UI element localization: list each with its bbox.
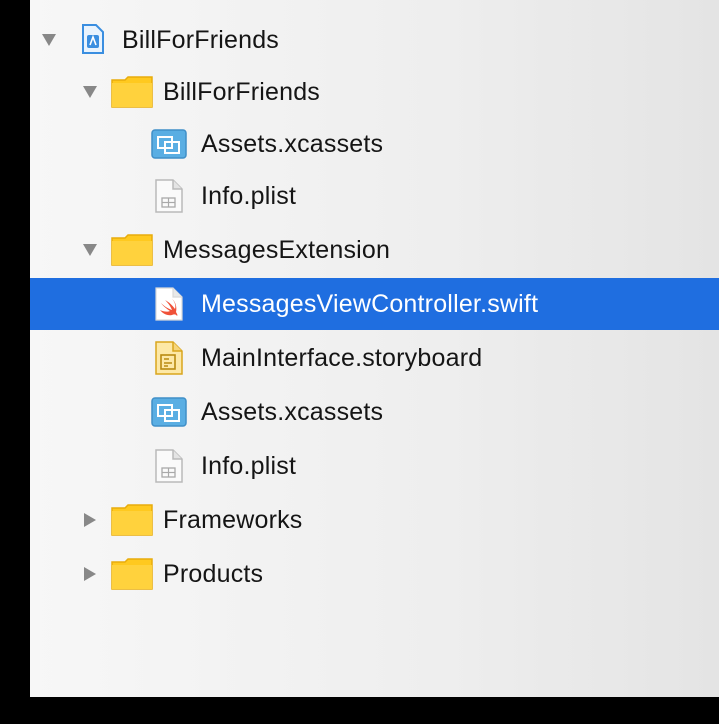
- tree-row-group-frameworks[interactable]: Frameworks: [30, 494, 719, 546]
- tree-row-file[interactable]: Assets.xcassets: [30, 386, 719, 438]
- plist-file-icon: [155, 449, 183, 490]
- disclosure-triangle-expanded-icon[interactable]: [81, 241, 99, 259]
- tree-row-label: Frameworks: [163, 505, 303, 534]
- disclosure-triangle-expanded-icon[interactable]: [81, 83, 99, 101]
- tree-row-file-selected[interactable]: MessagesViewController.swift: [30, 278, 719, 330]
- folder-icon: [111, 76, 153, 115]
- storyboard-file-icon: [155, 341, 183, 382]
- tree-row-label: BillForFriends: [122, 25, 279, 54]
- plist-file-icon: [155, 179, 183, 220]
- disclosure-triangle-collapsed-icon[interactable]: [81, 511, 99, 529]
- xcode-project-icon: [82, 24, 104, 61]
- swift-file-icon: [155, 287, 183, 328]
- asset-catalog-icon: [151, 129, 187, 166]
- tree-row-project[interactable]: BillForFriends: [30, 14, 719, 66]
- disclosure-triangle-collapsed-icon[interactable]: [81, 565, 99, 583]
- disclosure-triangle-expanded-icon[interactable]: [40, 31, 58, 49]
- tree-row-label: Info.plist: [201, 181, 297, 210]
- tree-row-file[interactable]: MainInterface.storyboard: [30, 332, 719, 384]
- tree-row-label: MainInterface.storyboard: [201, 343, 483, 372]
- folder-icon: [111, 558, 153, 597]
- tree-row-group-billforfriends[interactable]: BillForFriends: [30, 66, 719, 118]
- tree-row-label: Assets.xcassets: [201, 129, 384, 158]
- project-navigator: BillForFriends BillForFriends Assets.xca…: [30, 0, 719, 697]
- folder-icon: [111, 234, 153, 273]
- tree-row-group-messagesextension[interactable]: MessagesExtension: [30, 224, 719, 276]
- tree-row-label: Products: [163, 559, 264, 588]
- tree-row-group-products[interactable]: Products: [30, 548, 719, 600]
- tree-row-label: MessagesExtension: [163, 235, 391, 264]
- folder-icon: [111, 504, 153, 543]
- tree-row-label: MessagesViewController.swift: [201, 289, 539, 318]
- tree-row-file[interactable]: Assets.xcassets: [30, 118, 719, 170]
- tree-row-label: BillForFriends: [163, 77, 320, 106]
- asset-catalog-icon: [151, 397, 187, 434]
- tree-row-file[interactable]: Info.plist: [30, 440, 719, 492]
- tree-row-label: Assets.xcassets: [201, 397, 384, 426]
- tree-row-label: Info.plist: [201, 451, 297, 480]
- tree-row-file[interactable]: Info.plist: [30, 170, 719, 222]
